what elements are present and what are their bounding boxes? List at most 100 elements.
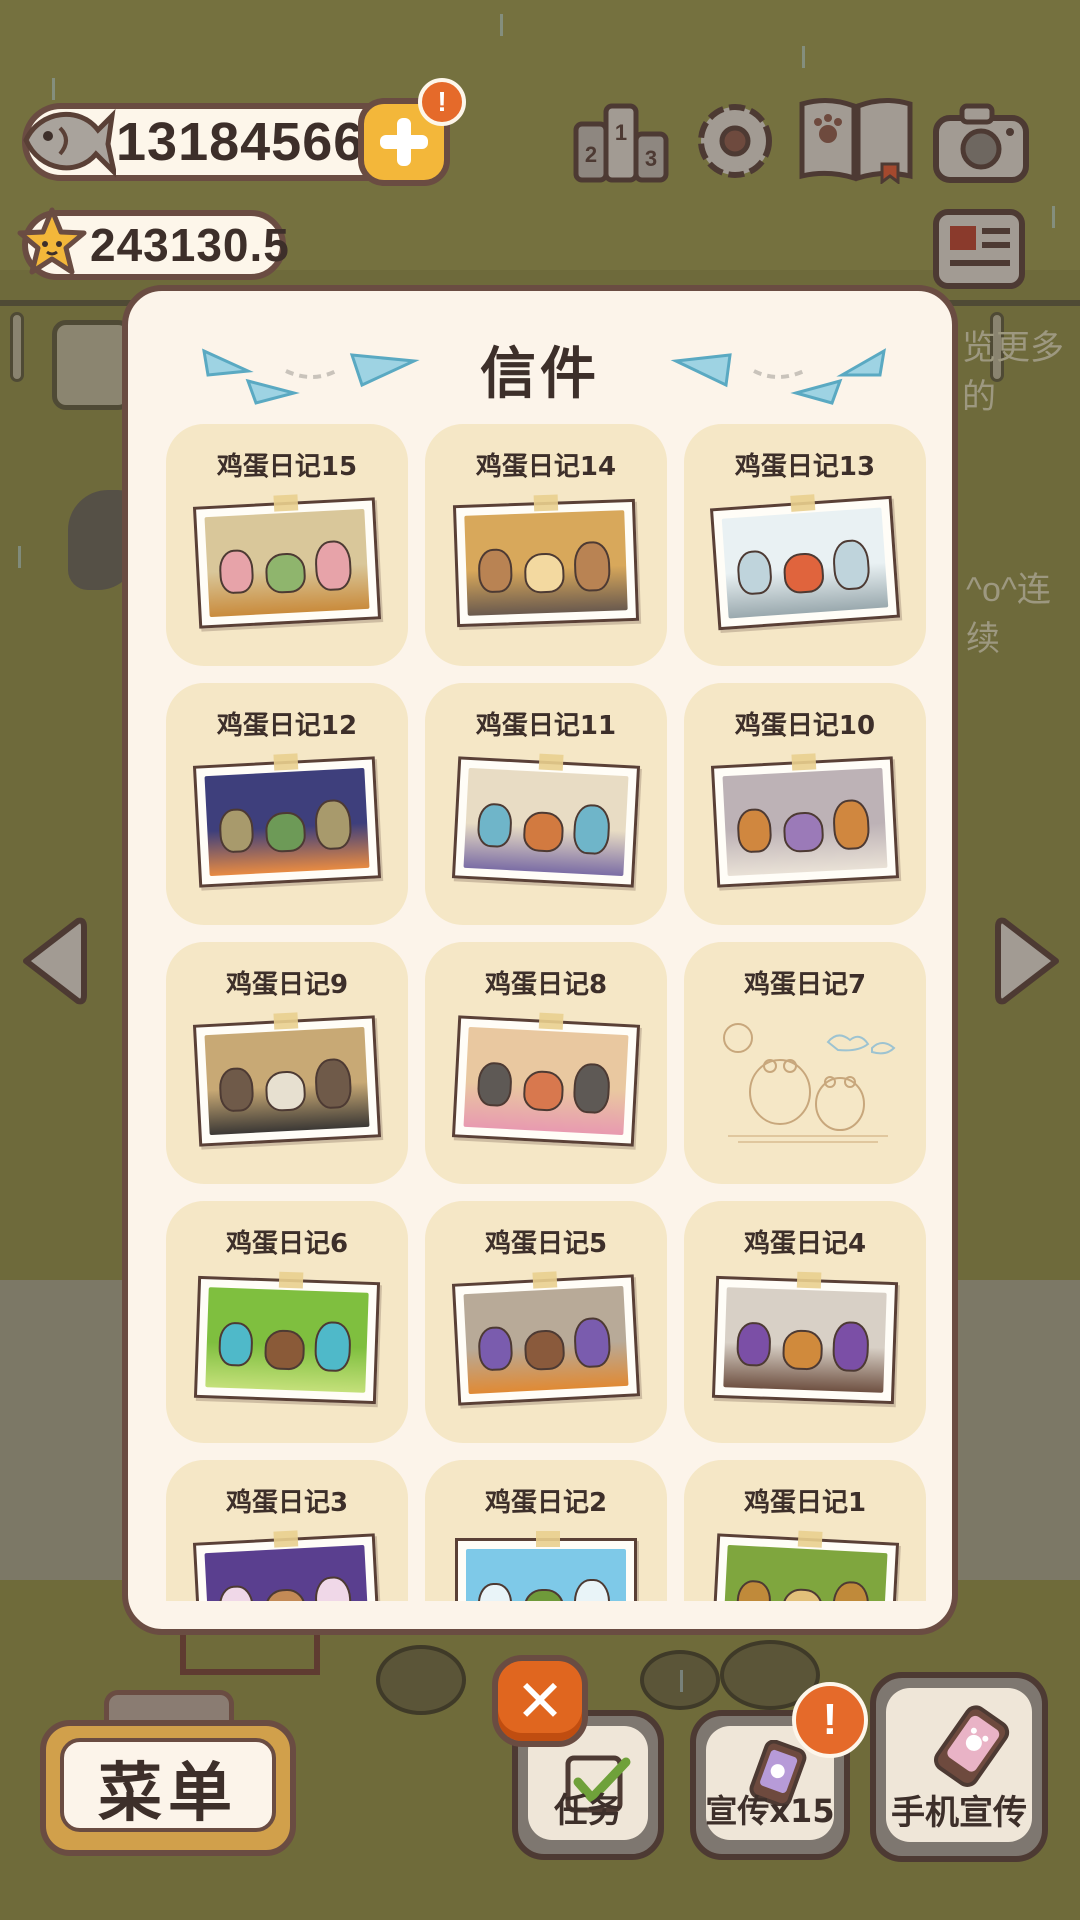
photo-illustration [205, 1287, 369, 1393]
letter-card-title: 鸡蛋日记1 [743, 1488, 867, 1518]
character-figure [572, 1316, 612, 1369]
photo-illustration [722, 1544, 888, 1601]
letter-card-title: 鸡蛋日记14 [475, 452, 617, 482]
character-figure [476, 802, 513, 849]
cat-album-book-button[interactable] [796, 94, 916, 184]
letter-card[interactable]: 鸡蛋日记9 [166, 942, 408, 1184]
letter-card-title: 鸡蛋日记5 [484, 1229, 608, 1259]
character-figure [522, 810, 565, 853]
letter-card[interactable]: 鸡蛋日记12 [166, 683, 408, 925]
character-figure [313, 798, 353, 851]
letter-card-title: 鸡蛋日记4 [743, 1229, 867, 1259]
character-figure [313, 1320, 352, 1373]
photo-tape [273, 1530, 299, 1548]
letter-card-title: 鸡蛋日记13 [734, 452, 876, 482]
menu-button[interactable]: 菜单 [40, 1720, 296, 1856]
character-figure [782, 811, 825, 854]
photo-illustration [204, 1026, 370, 1136]
character-figure [477, 1325, 514, 1372]
rain-drop [52, 78, 55, 100]
photo-tape [273, 1012, 299, 1030]
photo-illustration [463, 1285, 629, 1395]
letters-panel: 信件 鸡蛋日记15 鸡蛋日记14 鸡蛋日记13 鸡蛋日记12 鸡蛋日记11 鸡蛋日记10 鸡… [122, 285, 958, 1635]
settings-gear-icon[interactable] [686, 96, 784, 186]
photo-illustration [204, 508, 370, 618]
letter-card[interactable]: 鸡蛋日记13 [684, 424, 926, 666]
letter-card[interactable]: 鸡蛋日记5 [425, 1201, 667, 1443]
letter-photo [455, 1531, 637, 1601]
character-figure [476, 1061, 513, 1108]
photo-illustration [204, 1544, 370, 1601]
photo-illustration [463, 1026, 629, 1136]
background-text: 览更多的 [962, 329, 1064, 416]
plus-icon [380, 118, 428, 166]
character-figure [572, 803, 611, 856]
next-page-arrow-icon[interactable] [994, 915, 1064, 1007]
letter-card[interactable]: 鸡蛋日记15 [166, 424, 408, 666]
character-figure [736, 549, 774, 596]
character-figure [218, 1584, 255, 1601]
character-figure [263, 1329, 306, 1371]
rain-drop [1052, 206, 1055, 228]
letter-photo [192, 494, 382, 629]
character-figure [831, 798, 871, 851]
photo-illustration [204, 767, 370, 877]
letter-photo [451, 753, 641, 888]
letter-card[interactable]: 鸡蛋日记8 [425, 942, 667, 1184]
phone-promote-button[interactable]: 手机宣传 [870, 1672, 1048, 1862]
photo-tape [532, 1271, 558, 1289]
rain-drop [18, 546, 21, 568]
letter-card-title: 鸡蛋日记8 [484, 970, 608, 1000]
background-bush [376, 1645, 466, 1715]
letter-photo [710, 753, 900, 888]
photo-tape [273, 753, 299, 771]
paper-plane-decoration-icon [670, 348, 886, 405]
svg-text:1: 1 [615, 120, 627, 145]
letter-card[interactable]: 鸡蛋日记6 [166, 1201, 408, 1443]
character-figure [522, 1069, 565, 1112]
menu-label: 菜单 [98, 1757, 238, 1831]
letter-card[interactable]: 鸡蛋日记10 [684, 683, 926, 925]
rain-drop [802, 46, 805, 68]
letter-photo [451, 1012, 641, 1147]
character-figure [574, 1579, 610, 1601]
letter-card[interactable]: 鸡蛋日记2 [425, 1460, 667, 1601]
character-figure [477, 548, 513, 594]
character-figure [313, 1575, 353, 1601]
letter-card[interactable]: 鸡蛋日记3 [166, 1460, 408, 1601]
character-figure [264, 1588, 307, 1601]
letter-card-title: 鸡蛋日记7 [743, 970, 867, 1000]
character-figure [218, 1321, 254, 1367]
letter-card[interactable]: 鸡蛋日记11 [425, 683, 667, 925]
character-figure [218, 807, 255, 854]
photo-tape [533, 494, 559, 512]
previous-page-arrow-icon[interactable] [18, 915, 88, 1007]
close-panel-button[interactable]: ✕ [492, 1655, 588, 1747]
character-figure [831, 538, 871, 591]
photo-illustration [722, 767, 888, 877]
letter-card-title: 鸡蛋日记3 [225, 1488, 349, 1518]
letter-card[interactable]: 鸡蛋日记14 [425, 424, 667, 666]
character-figure [523, 552, 566, 594]
letter-card-title: 鸡蛋日记11 [475, 711, 617, 741]
rain-drop [500, 14, 503, 36]
camera-icon[interactable] [932, 98, 1030, 188]
letter-card-title: 鸡蛋日记6 [225, 1229, 349, 1259]
letter-card[interactable]: 鸡蛋日记7 [684, 942, 926, 1184]
notification-badge: ! [418, 78, 466, 126]
newspaper-icon[interactable] [930, 204, 1028, 294]
letter-card[interactable]: 鸡蛋日记4 [684, 1201, 926, 1443]
character-figure [736, 807, 773, 854]
letter-card-title: 鸡蛋日记10 [734, 711, 876, 741]
photo-tape [790, 494, 816, 512]
photo-tape [797, 1530, 823, 1548]
letter-card-title: 鸡蛋日记12 [216, 711, 358, 741]
character-figure [781, 1329, 824, 1371]
leaderboard-button[interactable]: 2 1 3 [572, 100, 670, 190]
letter-card[interactable]: 鸡蛋日记1 [684, 1460, 926, 1601]
photo-illustration [466, 1549, 626, 1601]
character-figure [218, 548, 255, 595]
letter-photo [192, 1530, 382, 1601]
background-house [52, 320, 132, 410]
phone-icon [934, 1705, 1010, 1787]
